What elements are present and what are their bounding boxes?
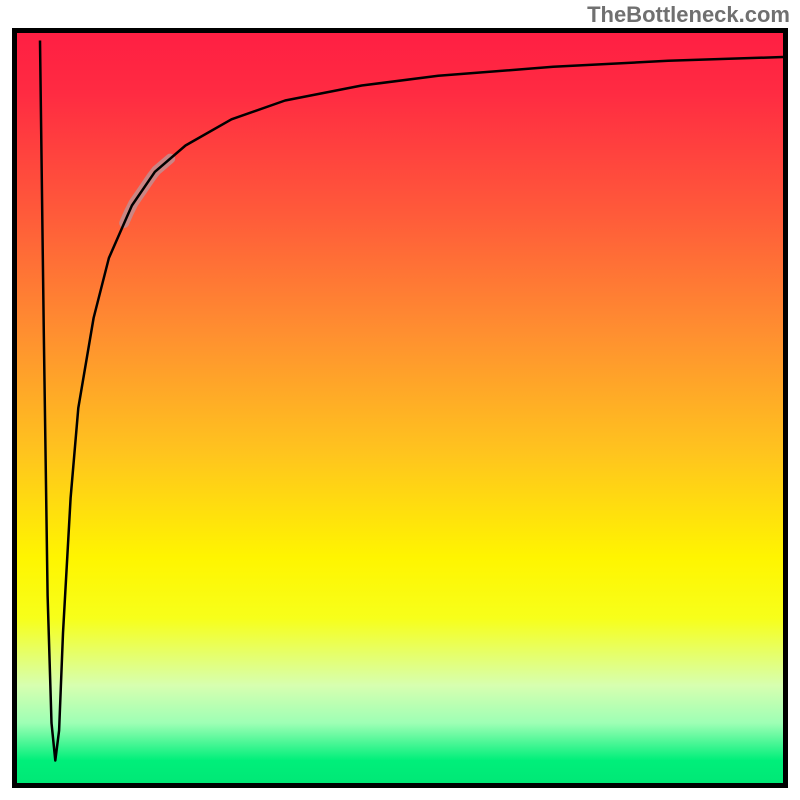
- watermark-text: TheBottleneck.com: [587, 2, 790, 28]
- curve-line: [40, 41, 783, 761]
- curve-svg: [17, 33, 783, 783]
- highlight-segment: [124, 159, 170, 223]
- chart-container: TheBottleneck.com: [0, 0, 800, 800]
- plot-area: [12, 28, 788, 788]
